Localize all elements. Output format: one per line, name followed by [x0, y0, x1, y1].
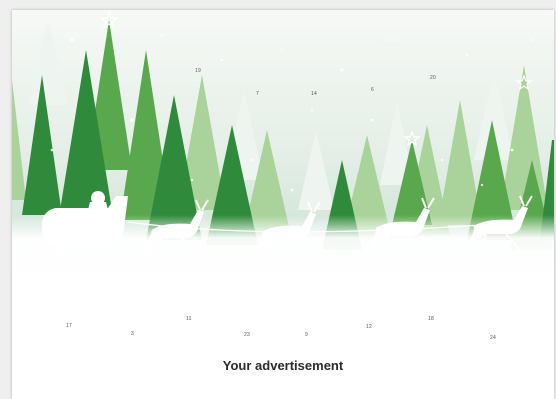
door-number-14[interactable]: 14: [311, 91, 317, 97]
door-number-19[interactable]: 19: [195, 68, 201, 74]
door-number-3[interactable]: 3: [131, 331, 134, 337]
door-number-6[interactable]: 6: [371, 87, 374, 93]
door-number-9[interactable]: 9: [305, 332, 308, 338]
winter-forest-scene: [12, 10, 554, 280]
advent-calendar-card: 19 7 14 6 20 2 16 17 3 11 23 9 12 18 24 …: [12, 10, 554, 399]
door-number-7[interactable]: 7: [256, 91, 259, 97]
door-number-20[interactable]: 20: [430, 75, 436, 81]
door-number-12[interactable]: 12: [366, 324, 372, 330]
door-number-16[interactable]: 16: [309, 206, 315, 212]
door-number-2[interactable]: 2: [495, 96, 498, 102]
door-number-11[interactable]: 11: [186, 316, 192, 322]
door-number-18[interactable]: 18: [428, 316, 434, 322]
advertisement-text: Your advertisement: [222, 358, 344, 373]
door-number-17[interactable]: 17: [66, 323, 72, 329]
door-number-23[interactable]: 23: [244, 332, 250, 338]
door-number-24[interactable]: 24: [490, 335, 496, 341]
